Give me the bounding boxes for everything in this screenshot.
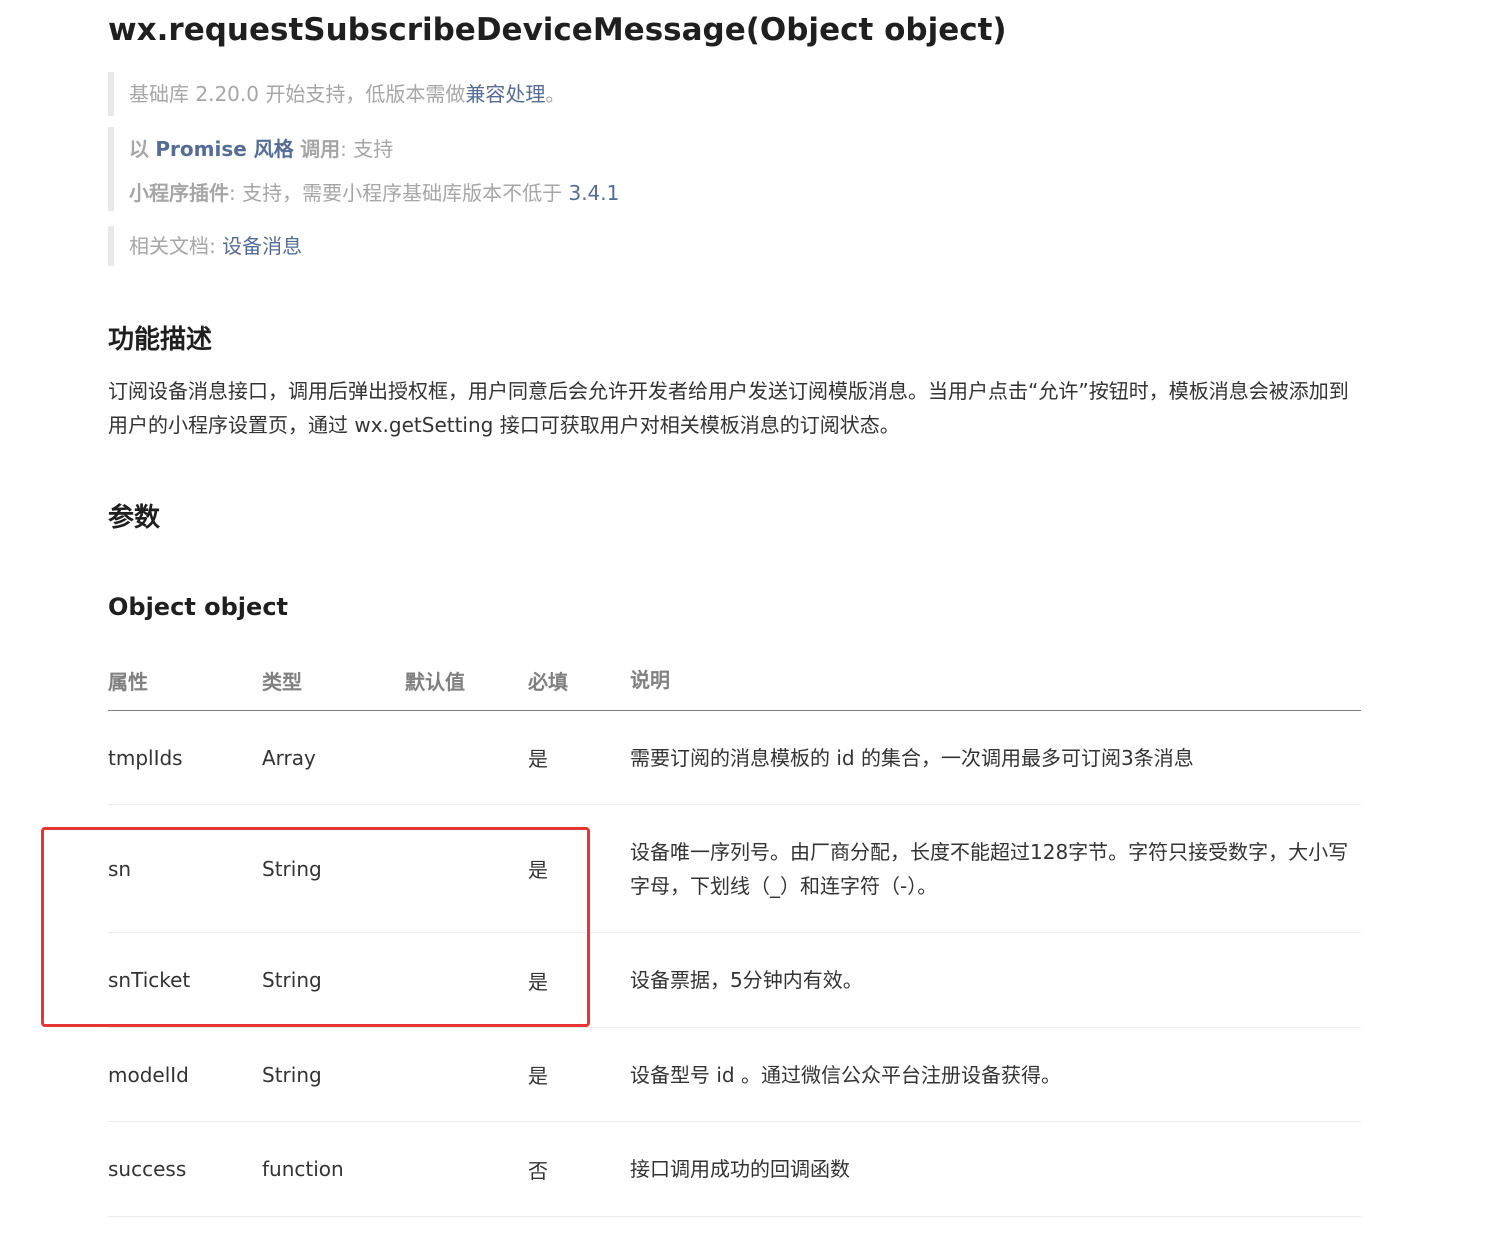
cell-name: success xyxy=(108,1121,262,1217)
plugin-value: : 支持，需要小程序基础库版本不低于 xyxy=(229,181,563,205)
related-docs-note: 相关文档: 设备消息 xyxy=(108,226,302,266)
cell-required: 否 xyxy=(528,1121,630,1217)
cell-default xyxy=(405,932,528,1028)
cell-default xyxy=(405,1121,528,1217)
table-row: snTicket String 是 设备票据，5分钟内有效。 xyxy=(108,932,1361,1028)
cell-type: Array xyxy=(262,710,405,805)
table-row: tmplIds Array 是 需要订阅的消息模板的 id 的集合，一次调用最多… xyxy=(108,710,1361,805)
related-label: 相关文档: xyxy=(129,234,223,258)
cell-name: tmplIds xyxy=(108,710,262,805)
cell-name: modelId xyxy=(108,1027,262,1122)
header-default: 默认值 xyxy=(405,650,528,711)
cell-required: 是 xyxy=(528,1027,630,1122)
cell-name: snTicket xyxy=(108,932,262,1028)
cell-default xyxy=(405,804,528,933)
cell-desc: 设备型号 id 。通过微信公众平台注册设备获得。 xyxy=(630,1027,1361,1122)
cell-desc: 需要订阅的消息模板的 id 的集合，一次调用最多可订阅3条消息 xyxy=(630,710,1361,805)
params-heading: 参数 xyxy=(108,503,161,533)
support-note: 以 Promise 风格 调用: 支持 小程序插件: 支持，需要小程序基础库版本… xyxy=(108,127,619,211)
cell-default xyxy=(405,1027,528,1122)
promise-value: : 支持 xyxy=(340,137,394,161)
base-lib-note: 基础库 2.20.0 开始支持，低版本需做兼容处理。 xyxy=(108,72,565,116)
compat-link[interactable]: 兼容处理 xyxy=(465,82,545,106)
function-description: 订阅设备消息接口，调用后弹出授权框，用户同意后会允许开发者给用户发送订阅模版消息… xyxy=(108,379,1349,437)
cell-required: 是 xyxy=(528,804,630,933)
page-title: wx.requestSubscribeDeviceMessage(Object … xyxy=(108,12,1007,48)
cell-type: String xyxy=(262,804,405,933)
cell-desc: 设备唯一序列号。由厂商分配，长度不能超过128字节。字符只接受数字，大小写字母，… xyxy=(630,804,1361,933)
promise-link-text: Promise 风格 xyxy=(155,137,294,161)
table-row: sn String 是 设备唯一序列号。由厂商分配，长度不能超过128字节。字符… xyxy=(108,804,1361,933)
params-table: 属性 类型 默认值 必填 说明 tmplIds Array 是 需要订阅的消息模… xyxy=(108,650,1361,1217)
cell-required: 是 xyxy=(528,932,630,1028)
cell-default xyxy=(405,710,528,805)
object-heading: Object object xyxy=(108,593,289,621)
related-docs-link[interactable]: 设备消息 xyxy=(222,234,302,258)
table-row: success function 否 接口调用成功的回调函数 xyxy=(108,1121,1361,1217)
table-header-row: 属性 类型 默认值 必填 说明 xyxy=(108,650,1361,711)
cell-type: function xyxy=(262,1121,405,1217)
header-required: 必填 xyxy=(528,650,630,711)
plugin-version-link[interactable]: 3.4.1 xyxy=(568,181,619,205)
plugin-label: 小程序插件 xyxy=(129,181,229,205)
table-row: modelId String 是 设备型号 id 。通过微信公众平台注册设备获得… xyxy=(108,1027,1361,1122)
promise-call: 调用 xyxy=(300,137,341,161)
header-type: 类型 xyxy=(262,650,405,711)
cell-desc: 设备票据，5分钟内有效。 xyxy=(630,932,1361,1028)
cell-type: String xyxy=(262,932,405,1028)
cell-required: 是 xyxy=(528,710,630,805)
header-desc: 说明 xyxy=(630,650,1361,711)
base-lib-suffix: 。 xyxy=(545,82,566,106)
function-heading: 功能描述 xyxy=(108,325,213,355)
promise-link[interactable]: Promise 风格 xyxy=(155,137,293,161)
cell-desc: 接口调用成功的回调函数 xyxy=(630,1121,1361,1217)
cell-type: String xyxy=(262,1027,405,1122)
base-lib-text: 基础库 2.20.0 开始支持，低版本需做 xyxy=(129,82,466,106)
cell-name: sn xyxy=(108,804,262,933)
header-attr: 属性 xyxy=(108,650,262,711)
promise-prefix: 以 xyxy=(129,137,149,161)
